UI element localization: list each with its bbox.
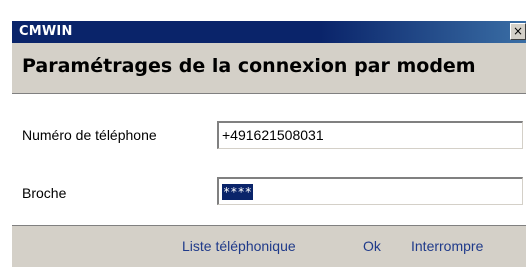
dialog-footer: Liste téléphonique Ok Interrompre [12, 225, 526, 267]
window-title: CMWIN [19, 24, 73, 39]
form-panel: Numéro de téléphone +491621508031 Broche… [12, 94, 526, 225]
phone-number-label: Numéro de téléphone [22, 127, 157, 143]
phone-number-field[interactable]: +491621508031 [217, 121, 523, 149]
dialog-header: Paramétrages de la connexion par modem [12, 43, 526, 94]
pin-label: Broche [22, 185, 67, 201]
phonebook-button[interactable]: Liste téléphonique [182, 238, 296, 254]
pin-value: **** [222, 184, 253, 200]
close-button[interactable]: × [510, 23, 526, 40]
pin-field[interactable]: **** [217, 177, 523, 205]
cancel-button[interactable]: Interrompre [411, 238, 483, 254]
phone-number-value: +491621508031 [222, 127, 324, 143]
ok-button[interactable]: Ok [363, 238, 381, 254]
dialog-heading: Paramétrages de la connexion par modem [22, 55, 476, 77]
close-icon: × [512, 24, 524, 38]
title-bar[interactable]: CMWIN × [12, 21, 526, 43]
dialog-window: CMWIN × Paramétrages de la connexion par… [11, 21, 526, 267]
